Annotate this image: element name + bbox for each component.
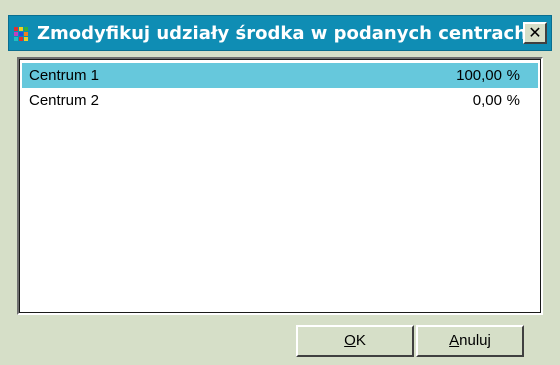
list-item-unit: % — [506, 67, 520, 84]
ok-mnemonic: O — [344, 332, 356, 349]
dialog-window: Zmodyfikuj udziały środka w podanych cen… — [0, 0, 560, 365]
close-icon: ✕ — [528, 23, 542, 42]
list-item-name: Centrum 2 — [29, 92, 100, 109]
app-icon — [14, 25, 32, 43]
title-bar[interactable]: Zmodyfikuj udziały środka w podanych cen… — [8, 15, 552, 51]
window-title: Zmodyfikuj udziały środka w podanych cen… — [37, 23, 528, 44]
list-item[interactable]: Centrum 1 100,00 % — [22, 63, 538, 88]
list-item-value: 100,00 — [456, 67, 502, 84]
close-button[interactable]: ✕ — [523, 22, 547, 44]
ok-button[interactable]: OK — [296, 325, 414, 357]
list-item[interactable]: Centrum 2 0,00 % — [22, 88, 538, 113]
ok-label-rest: K — [355, 332, 366, 349]
list-item-name: Centrum 1 — [29, 67, 100, 84]
cancel-label-rest: nuluj — [459, 332, 491, 349]
centers-list[interactable]: Centrum 1 100,00 % Centrum 2 0,00 % — [17, 57, 543, 315]
cancel-mnemonic: A — [449, 332, 460, 349]
cancel-button[interactable]: Anuluj — [416, 325, 524, 357]
list-item-unit: % — [506, 92, 520, 109]
list-item-value: 0,00 — [472, 92, 502, 109]
